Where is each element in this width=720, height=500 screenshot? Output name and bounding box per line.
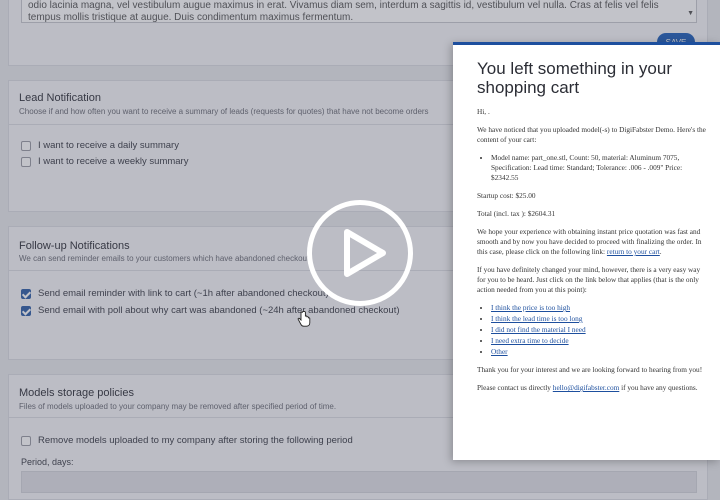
reminder-option[interactable]: Send email reminder with link to cart (~… xyxy=(21,288,329,299)
checkbox-icon[interactable] xyxy=(21,435,31,446)
list-item: Other xyxy=(491,347,708,357)
email-title: You left something in your shopping cart xyxy=(477,59,672,97)
email-preview: You left something in your shopping cart… xyxy=(453,42,720,460)
cart-items: Model name: part_one.stl, Count: 50, mat… xyxy=(491,153,708,183)
startup-cost: Startup cost: $25.00 xyxy=(477,191,536,200)
lead-title: Lead Notification xyxy=(19,92,101,104)
remove-models-label: Remove models uploaded to my company aft… xyxy=(38,435,353,446)
reminder-label: Send email reminder with link to cart (~… xyxy=(38,288,329,299)
list-item: I think the price is too high xyxy=(491,303,708,313)
reason-link[interactable]: I did not find the material I need xyxy=(491,325,586,334)
hope-text: We hope your experience with obtaining i… xyxy=(477,227,702,256)
reason-link[interactable]: I think the price is too high xyxy=(491,303,570,312)
poll-option[interactable]: Send email with poll about why cart was … xyxy=(21,305,400,316)
cart-item: Model name: part_one.stl, Count: 50, mat… xyxy=(491,153,708,183)
reason-link[interactable]: I think the lead time is too long xyxy=(491,314,582,323)
list-item: I think the lead time is too long xyxy=(491,314,708,324)
daily-summary-label: I want to receive a daily summary xyxy=(38,140,179,151)
checkbox-checked-icon[interactable] xyxy=(21,288,31,299)
checkbox-icon[interactable] xyxy=(21,156,31,167)
list-item: I need extra time to decide xyxy=(491,336,708,346)
email-changed: If you have definitely changed your mind… xyxy=(477,265,701,294)
daily-summary-option[interactable]: I want to receive a daily summary xyxy=(21,140,179,151)
checkbox-icon[interactable] xyxy=(21,140,31,151)
reason-link[interactable]: Other xyxy=(491,347,508,356)
followup-desc: We can send reminder emails to your cust… xyxy=(19,254,310,263)
email-intro: We have noticed that you uploaded model(… xyxy=(477,125,706,144)
scroll-down-icon[interactable]: ▼ xyxy=(687,8,694,20)
storage-desc: Files of models uploaded to your company… xyxy=(19,402,337,411)
poll-label: Send email with poll about why cart was … xyxy=(38,305,400,316)
reason-link[interactable]: I need extra time to decide xyxy=(491,336,569,345)
total-cost: Total (incl. tax ): $2604.31 xyxy=(477,209,556,218)
email-contact: Please contact us directly hello@digifab… xyxy=(477,383,708,393)
list-item: I did not find the material I need xyxy=(491,325,708,335)
return-to-cart-link[interactable]: return to your cart xyxy=(607,247,660,256)
period-label: Period, days: xyxy=(21,457,74,467)
remove-models-option[interactable]: Remove models uploaded to my company aft… xyxy=(21,435,353,446)
play-triangle xyxy=(344,229,386,277)
weekly-summary-option[interactable]: I want to receive a weekly summary xyxy=(21,156,188,167)
play-icon[interactable] xyxy=(307,200,413,306)
storage-title: Models storage policies xyxy=(19,387,134,399)
period-input[interactable] xyxy=(21,471,697,493)
email-greeting: Hi, . xyxy=(477,107,490,116)
followup-title: Follow-up Notifications xyxy=(19,240,130,252)
description-textarea[interactable]: odio lacinia magna, vel vestibulum augue… xyxy=(21,0,697,23)
email-hope: We hope your experience with obtaining i… xyxy=(477,227,702,256)
email-thanks: Thank you for your interest and we are l… xyxy=(477,365,703,374)
lead-desc: Choose if and how often you want to rece… xyxy=(19,107,429,116)
contact-email-link[interactable]: hello@digifabster.com xyxy=(553,383,620,392)
weekly-summary-label: I want to receive a weekly summary xyxy=(38,156,189,167)
hand-pointer-icon xyxy=(297,311,311,327)
reason-list: I think the price is too high I think th… xyxy=(491,303,708,357)
checkbox-checked-icon[interactable] xyxy=(21,305,31,316)
contact-post: if you have any questions. xyxy=(621,383,698,392)
description-text: odio lacinia magna, vel vestibulum augue… xyxy=(28,0,659,23)
contact-pre: Please contact us directly xyxy=(477,383,551,392)
